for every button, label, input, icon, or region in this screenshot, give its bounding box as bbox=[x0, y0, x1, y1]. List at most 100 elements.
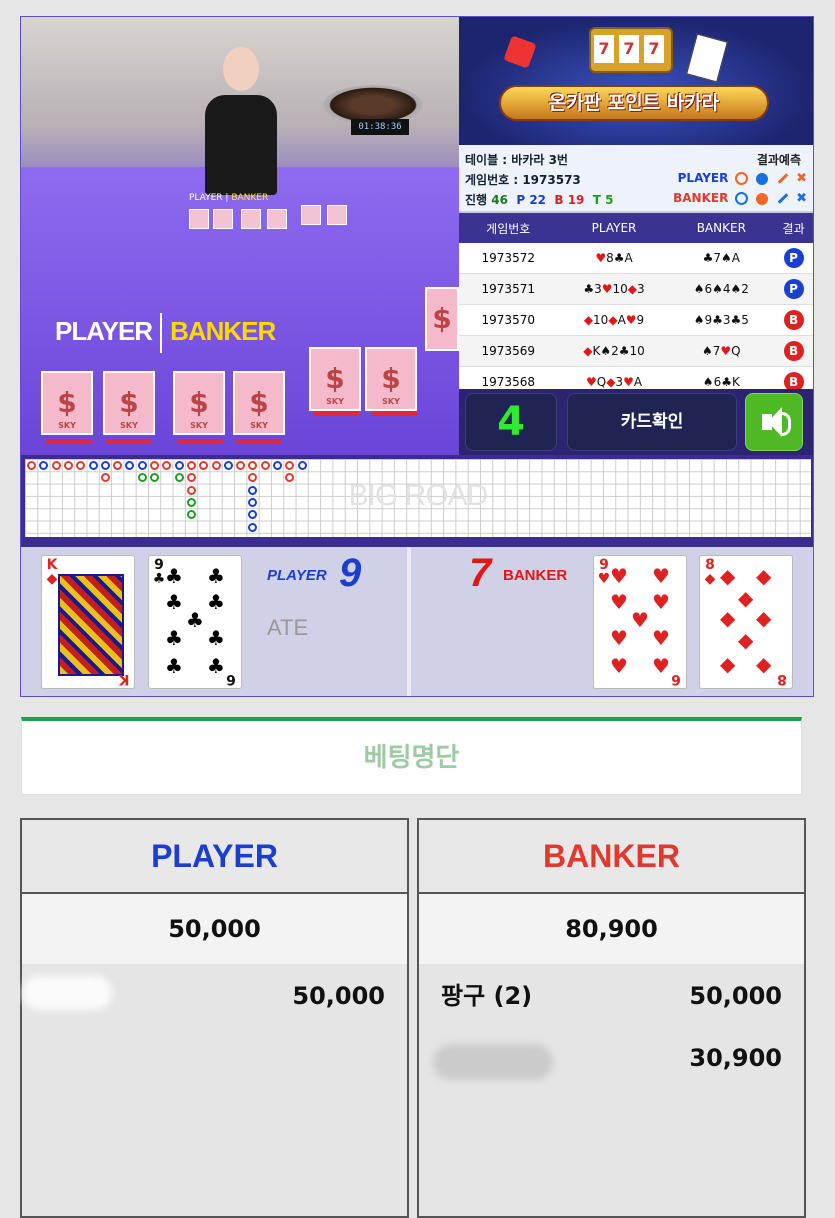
x-icon: ✖ bbox=[796, 171, 807, 186]
card-rank: A bbox=[617, 313, 626, 327]
game-meta: 테이블 : 바카라 3번 게임번호 : 1973573 진행 46 P 22 B… bbox=[459, 145, 813, 213]
card-rank: 3 bbox=[637, 282, 645, 296]
card-rank: 2 bbox=[741, 282, 749, 296]
card-suit: ♠ bbox=[702, 344, 713, 358]
check-cards-button[interactable]: 카드확인 bbox=[567, 393, 737, 451]
prediction-player[interactable]: PLAYER ✖ bbox=[678, 171, 807, 186]
history-player-cards: ◆K♠2♣10 bbox=[557, 335, 671, 367]
card-rank: Q bbox=[731, 344, 741, 358]
prediction-title: 결과예측 bbox=[756, 153, 801, 167]
dealt-card bbox=[213, 209, 233, 229]
big-road-dot bbox=[137, 473, 147, 483]
dealt-card bbox=[301, 205, 321, 225]
bet-list-title: 베팅명단 bbox=[21, 717, 802, 795]
banker-score-label: BANKER bbox=[503, 567, 568, 584]
player-bets-title: PLAYER bbox=[22, 820, 407, 894]
circle-outline-icon bbox=[734, 192, 748, 205]
bet-amount: 50,000 bbox=[689, 982, 782, 1010]
history-header: 게임번호 bbox=[459, 213, 558, 243]
card-rank: 7 bbox=[713, 251, 722, 265]
progress-stats: 진행 46 P 22 B 19 T 5 bbox=[465, 193, 614, 207]
player-score-label: PLAYER bbox=[267, 567, 327, 584]
history-row: 1973572 ♥8♣A ♣7♠A P bbox=[459, 243, 813, 274]
tie-label-fragment: ATE bbox=[267, 615, 309, 640]
card-suit: ♠ bbox=[693, 313, 705, 327]
big-road-dot bbox=[174, 461, 184, 470]
player-bets-total: 50,000 bbox=[22, 894, 407, 964]
bet-line: 50,000 bbox=[22, 966, 407, 1026]
card-rank: 2 bbox=[611, 344, 619, 358]
table-name: 테이블 : 바카라 3번 bbox=[465, 153, 568, 167]
card-suit: ◆ bbox=[627, 282, 638, 296]
history-player-cards: ◆10◆A♥9 bbox=[557, 304, 671, 336]
big-road-dot bbox=[100, 461, 110, 470]
big-road-dot bbox=[199, 461, 209, 470]
big-road-dot bbox=[223, 461, 233, 470]
live-video: 01:38:36 PLAYER | BANKER PLAYER BANKER $ S… bbox=[21, 17, 459, 455]
bet-amount: 50,000 bbox=[292, 982, 385, 1010]
history-row: 1973570 ◆10◆A♥9 ♠9♣3♣5 B bbox=[459, 304, 813, 336]
big-road-dot bbox=[248, 510, 258, 520]
history-row: 1973569 ◆K♠2♣10 ♠7♥Q B bbox=[459, 335, 813, 367]
card-suit: ♣ bbox=[712, 313, 723, 327]
banker-bets-total: 80,900 bbox=[419, 894, 804, 964]
card-rank: 6 bbox=[704, 282, 713, 296]
history-header: 결과 bbox=[772, 213, 813, 243]
big-road-dot bbox=[186, 510, 196, 520]
card-rank: Q bbox=[596, 375, 607, 389]
card-back: $ SKY bbox=[173, 371, 225, 435]
card-suit: ♣ bbox=[583, 282, 595, 296]
pencil-icon bbox=[777, 193, 789, 204]
big-road-dot bbox=[186, 497, 196, 507]
prediction-banker[interactable]: BANKER ✖ bbox=[673, 191, 807, 206]
card-back: $ SKY bbox=[233, 371, 285, 435]
banker-card-2: 8 ◆ ◆ ◆ ◆ ◆ ◆ ◆ ◆ ◆ 8 bbox=[699, 555, 793, 689]
big-road-dot bbox=[248, 522, 258, 532]
pencil-icon bbox=[777, 173, 789, 184]
slot-machine-icon: 777 bbox=[589, 27, 673, 73]
card-slot-marker bbox=[105, 439, 151, 444]
circle-outline-icon bbox=[734, 172, 748, 185]
card-suit: ♠ bbox=[702, 375, 714, 389]
big-road-dot bbox=[88, 461, 98, 470]
history-header: BANKER bbox=[670, 213, 773, 243]
big-road-dot bbox=[260, 461, 270, 470]
banker-card-1: 9 ♥ ♥ ♥ ♥ ♥ ♥ ♥ ♥ ♥ ♥ 6 bbox=[593, 555, 687, 689]
card-rank: 3 bbox=[615, 375, 624, 389]
card-rank: 10 bbox=[629, 344, 645, 358]
baccarat-game-panel: 01:38:36 PLAYER | BANKER PLAYER BANKER $ S… bbox=[20, 16, 814, 697]
big-road-dot bbox=[27, 461, 36, 470]
history-banker-cards: ♠7♥Q bbox=[670, 335, 773, 367]
player-banker-overlay: PLAYER BANKER bbox=[55, 313, 276, 353]
big-road-dot bbox=[39, 461, 49, 470]
banker-bets-title: BANKER bbox=[419, 820, 804, 894]
card-rank: 3 bbox=[722, 313, 731, 327]
card-rank: 8 bbox=[606, 251, 614, 265]
dealt-card bbox=[327, 205, 347, 225]
big-road-dot bbox=[285, 461, 295, 470]
card-suit: ♥ bbox=[601, 282, 613, 296]
banner-title: 온카판 포인트 바카라 bbox=[499, 85, 769, 121]
card-suit: ♠ bbox=[693, 282, 705, 296]
card-slot-marker bbox=[371, 411, 417, 416]
big-road-dot bbox=[273, 461, 282, 470]
big-road-dot bbox=[63, 461, 73, 470]
history-table: 게임번호 PLAYER BANKER 결과 1973572 ♥8♣A ♣7♠A P 19… bbox=[459, 213, 813, 398]
card-suit: ♣ bbox=[618, 344, 630, 358]
sound-toggle-button[interactable] bbox=[745, 393, 803, 451]
big-road-dot bbox=[137, 461, 147, 470]
table-timer: 01:38:36 bbox=[351, 119, 409, 135]
bettor-name: 팡구 (2) bbox=[441, 982, 533, 1010]
card-back: $ bbox=[425, 287, 459, 351]
big-road-dot bbox=[51, 461, 61, 470]
card-back: $ SKY bbox=[365, 347, 417, 411]
history-header: PLAYER bbox=[557, 213, 671, 243]
big-road-dot bbox=[113, 461, 123, 470]
banker-score: 7 bbox=[469, 551, 492, 595]
card-suit: ♣ bbox=[721, 375, 732, 389]
result-badge: P bbox=[783, 279, 804, 299]
card-back: $ SKY bbox=[41, 371, 93, 435]
card-suit: ♠ bbox=[600, 344, 612, 358]
dealt-card bbox=[189, 209, 209, 229]
card-rank: A bbox=[624, 251, 633, 265]
